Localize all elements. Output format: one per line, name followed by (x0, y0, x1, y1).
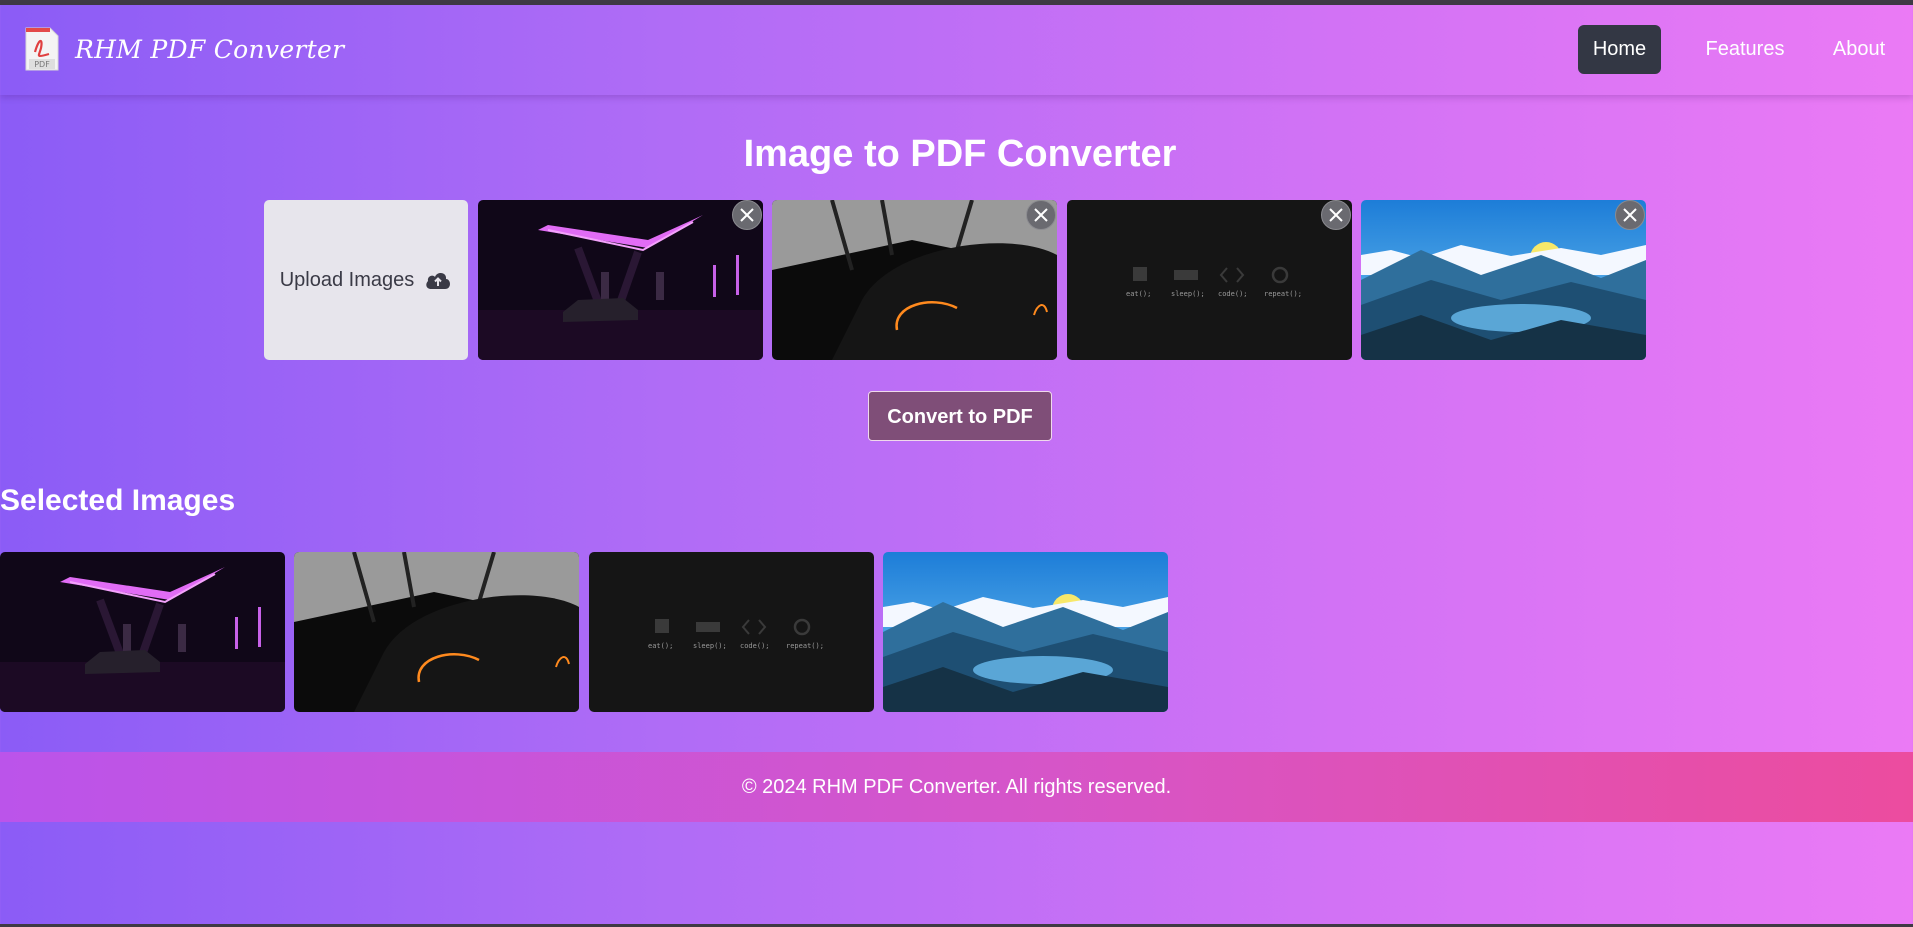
thumb-text-repeat: repeat(); (786, 642, 824, 650)
remove-image-4-button[interactable] (1615, 200, 1645, 230)
footer-copyright: © 2024 RHM PDF Converter. All rights res… (741, 776, 1172, 798)
close-icon (1034, 208, 1048, 222)
close-icon (1623, 208, 1637, 222)
selected-image-2[interactable] (294, 552, 579, 712)
selected-image-1[interactable] (0, 552, 285, 712)
preview-thumbnail-2 (772, 200, 1057, 360)
pdf-logo-label: PDF (34, 60, 50, 69)
thumb-text-eat: eat(); (648, 642, 673, 650)
close-icon (1329, 208, 1343, 222)
sports-car-image (294, 552, 579, 712)
remove-image-2-button[interactable] (1026, 200, 1056, 230)
selected-image-3[interactable]: eat(); sleep(); code(); repeat(); (589, 552, 874, 712)
selected-images-heading: Selected Images (0, 484, 236, 517)
neon-gas-station-image (478, 200, 763, 360)
thumb-text-sleep: sleep(); (693, 642, 727, 650)
preview-thumbnail-3: eat(); sleep(); code(); repeat(); (1067, 200, 1352, 360)
page-title: Image to PDF Converter (743, 133, 1177, 175)
close-icon (740, 208, 754, 222)
thumb-text-eat: eat(); (1126, 290, 1151, 298)
thumb-text-repeat: repeat(); (1264, 290, 1302, 298)
preview-thumbnail-1 (478, 200, 763, 360)
thumb-text-code: code(); (1218, 290, 1248, 298)
nav-features[interactable]: Features (1685, 25, 1805, 74)
neon-gas-station-image (0, 552, 285, 712)
thumb-text-sleep: sleep(); (1171, 290, 1205, 298)
convert-to-pdf-button[interactable]: Convert to PDF (868, 391, 1052, 441)
remove-image-1-button[interactable] (732, 200, 762, 230)
pdf-file-icon: PDF (25, 27, 59, 71)
navbar: PDF RHM PDF Converter Home Features Abou… (0, 5, 1913, 95)
eat-sleep-code-repeat-image: eat(); sleep(); code(); repeat(); (589, 552, 874, 712)
preview-thumbnail-4 (1361, 200, 1646, 360)
footer: © 2024 RHM PDF Converter. All rights res… (0, 752, 1913, 822)
nav-about[interactable]: About (1819, 25, 1899, 74)
nav-home[interactable]: Home (1578, 25, 1661, 74)
sports-car-image (772, 200, 1057, 360)
remove-image-3-button[interactable] (1321, 200, 1351, 230)
eat-sleep-code-repeat-image: eat(); sleep(); code(); repeat(); (1067, 200, 1352, 360)
upload-images-button[interactable]: Upload Images (264, 200, 468, 360)
cloud-upload-icon (426, 273, 451, 289)
mountain-landscape-image (1361, 200, 1646, 360)
mountain-landscape-image (883, 552, 1168, 712)
selected-image-4[interactable] (883, 552, 1168, 712)
thumb-text-code: code(); (740, 642, 770, 650)
upload-label: Upload Images (279, 268, 415, 291)
brand-name[interactable]: RHM PDF Converter (75, 35, 344, 64)
